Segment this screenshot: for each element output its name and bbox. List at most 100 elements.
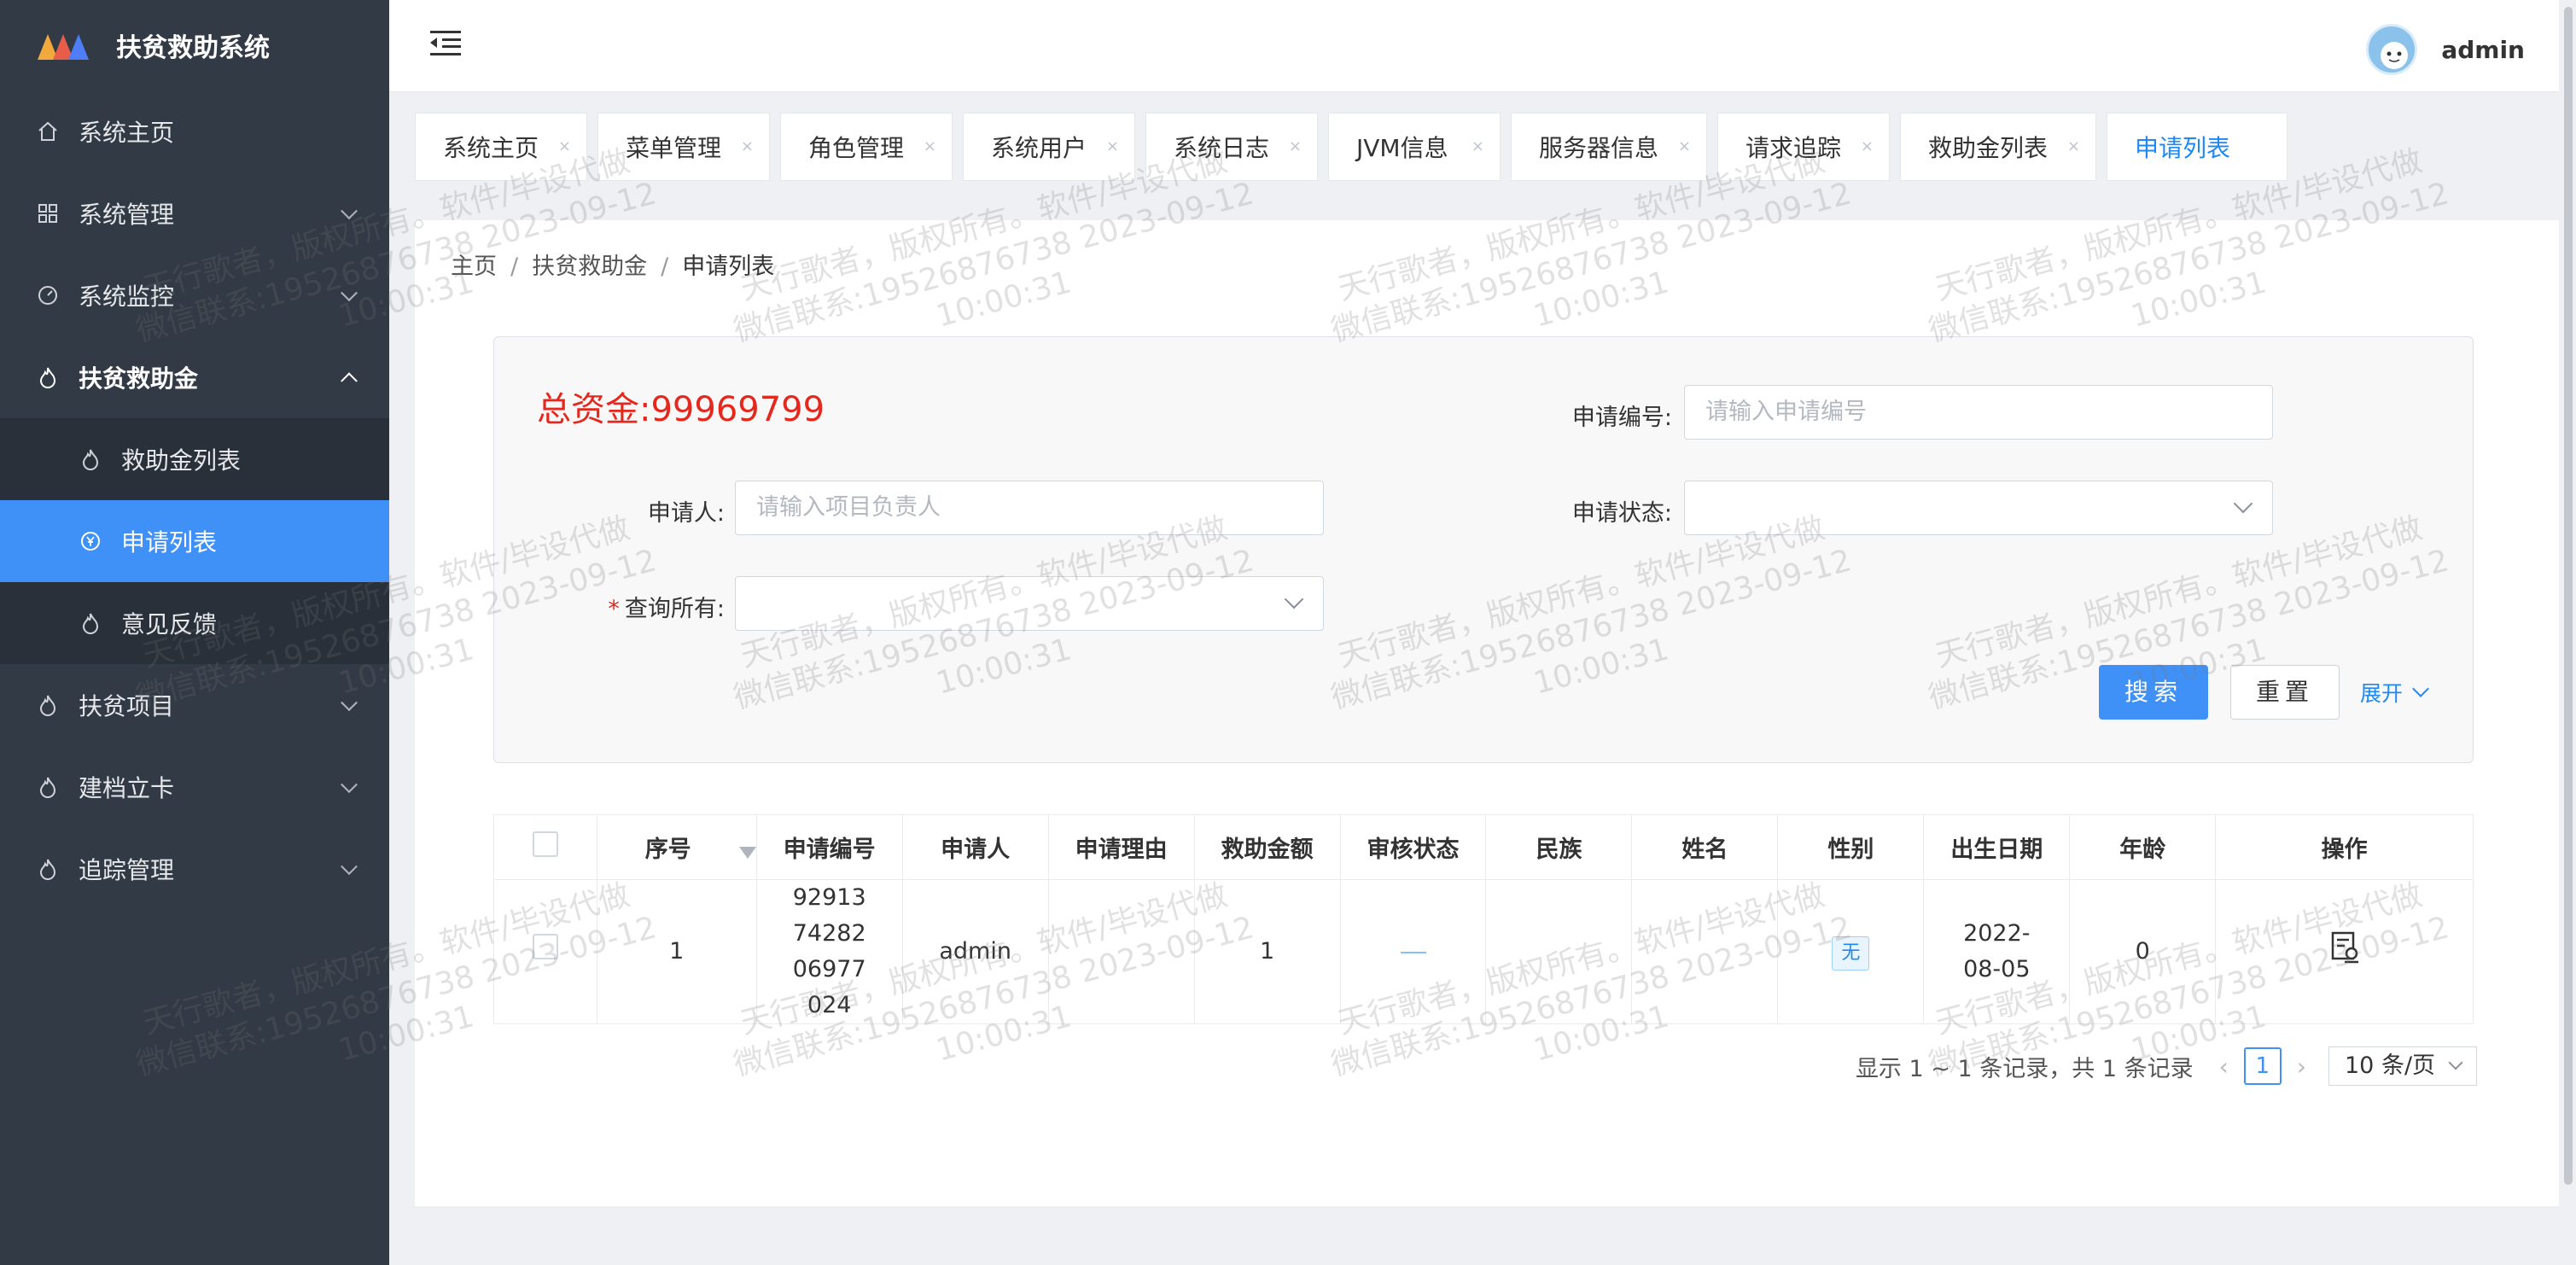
sidebar-item-apply-list[interactable]: 申请列表 [0, 500, 389, 582]
flame-icon [36, 775, 60, 799]
sidebar-item-archive[interactable]: 建档立卡 [0, 746, 389, 828]
apply-status-select[interactable] [1684, 481, 2273, 535]
close-icon[interactable]: × [1472, 137, 1484, 155]
page-number[interactable]: 1 [2243, 1047, 2282, 1085]
cell-status [1339, 879, 1487, 1024]
cell-index: 1 [596, 879, 757, 1024]
tab-server-info[interactable]: 服务器信息 × [1511, 113, 1707, 181]
apply-status-label: 申请状态: [1571, 500, 1672, 527]
tab-jvm-info[interactable]: JVM信息 × [1328, 113, 1501, 181]
sidebar-item-label: 建档立卡 [79, 774, 175, 802]
sidebar: 扶贫救助系统 系统主页 系统管理 系统监控 扶贫救助金 救助金列表 申请列表 意… [0, 0, 389, 1265]
breadcrumb-home[interactable]: 主页 [451, 254, 497, 280]
sidebar-item-label: 系统监控 [79, 283, 175, 311]
prev-page-icon[interactable]: ‹ [2219, 1052, 2229, 1081]
tab-system-user[interactable]: 系统用户 × [963, 113, 1135, 181]
avatar[interactable] [2366, 24, 2418, 75]
col-apply-no: 申请编号 [755, 814, 903, 880]
required-mark: * [608, 596, 620, 622]
table-row[interactable]: 1 929137428206977024 admin 1 无 2022-08-0… [493, 879, 2474, 1024]
birth-value: 2022-08-05 [1963, 920, 2031, 982]
main-content: 主页 / 扶贫救助金 / 申请列表 总资金:99969799 申请编号: 请输入申请编号… [415, 220, 2559, 1206]
apply-table: 序号 申请编号 申请人 申请理由 救助金额 审核状态 民族 姓名 性别 出生日期… [493, 814, 2474, 1024]
cell-age: 0 [2069, 879, 2217, 1024]
audit-icon[interactable] [2328, 930, 2362, 975]
tabs-bar: 系统主页 × 菜单管理 × 角色管理 × 系统用户 × 系统日志 × JVM信息 × 服务器… [389, 92, 2559, 220]
breadcrumb: 主页 / 扶贫救助金 / 申请列表 [451, 248, 774, 281]
top-header: admin [389, 0, 2576, 92]
sidebar-item-aid-list[interactable]: 救助金列表 [0, 418, 389, 500]
chevron-down-icon [2233, 493, 2253, 514]
tab-label: 申请列表 [2135, 134, 2231, 162]
breadcrumb-aid-fund[interactable]: 扶贫救助金 [532, 254, 647, 280]
close-icon[interactable]: × [1289, 137, 1302, 155]
search-panel: 总资金:99969799 申请编号: 请输入申请编号 申请人: 请输入项目负责人… [493, 336, 2474, 763]
menu-fold-icon[interactable] [430, 29, 461, 56]
sidebar-item-tracking[interactable]: 追踪管理 [0, 828, 389, 910]
applicant-input[interactable]: 请输入项目负责人 [735, 481, 1324, 535]
scrollbar-thumb[interactable] [2564, 7, 2573, 1185]
reset-button[interactable]: 重置 [2230, 665, 2340, 720]
dashboard-icon [36, 283, 60, 307]
sidebar-item-aid-fund[interactable]: 扶贫救助金 [0, 336, 389, 418]
tab-home[interactable]: 系统主页 × [415, 113, 587, 181]
grid-icon [36, 201, 60, 225]
page-size-select[interactable]: 10 条/页 [2328, 1046, 2477, 1086]
filter-icon[interactable] [738, 847, 756, 859]
tab-request-trace[interactable]: 请求追踪 × [1717, 113, 1890, 181]
chevron-down-icon [341, 694, 358, 712]
total-funds: 总资金:99969799 [537, 390, 825, 429]
col-actions: 操作 [2215, 814, 2474, 880]
tab-menu-manage[interactable]: 菜单管理 × [597, 113, 770, 181]
sidebar-item-system-monitor[interactable]: 系统监控 [0, 254, 389, 336]
row-checkbox[interactable] [532, 933, 558, 959]
col-label: 序号 [644, 837, 691, 863]
sidebar-item-project[interactable]: 扶贫项目 [0, 664, 389, 746]
close-icon[interactable]: × [741, 137, 754, 155]
close-icon[interactable]: × [924, 137, 936, 155]
apply-no-input[interactable]: 请输入申请编号 [1684, 385, 2273, 440]
chevron-up-icon [341, 372, 358, 390]
sidebar-item-system-manage[interactable]: 系统管理 [0, 172, 389, 254]
cell-actions [2215, 879, 2474, 1024]
close-icon[interactable]: × [1861, 137, 1874, 155]
username[interactable]: admin [2441, 36, 2525, 64]
chevron-down-icon [341, 776, 358, 794]
user-menu[interactable]: admin [2366, 24, 2525, 75]
close-icon[interactable]: × [1106, 137, 1119, 155]
sidebar-item-home[interactable]: 系统主页 [0, 90, 389, 172]
close-icon[interactable]: × [1678, 137, 1691, 155]
col-age: 年龄 [2069, 814, 2217, 880]
page-scrollbar[interactable] [2559, 0, 2576, 1265]
tab-apply-list[interactable]: 申请列表 [2107, 113, 2288, 181]
expand-toggle[interactable]: 展开 [2360, 677, 2429, 708]
sidebar-item-feedback[interactable]: 意见反馈 [0, 582, 389, 664]
breadcrumb-separator: / [510, 254, 519, 280]
app-logo[interactable]: 扶贫救助系统 [0, 0, 389, 90]
breadcrumb-current: 申请列表 [682, 254, 775, 280]
apply-no-label: 申请编号: [1571, 405, 1672, 431]
tab-label: 角色管理 [808, 134, 905, 162]
query-all-select[interactable] [735, 576, 1324, 631]
table-header-row: 序号 申请编号 申请人 申请理由 救助金额 审核状态 民族 姓名 性别 出生日期… [493, 814, 2474, 880]
flame-icon [36, 857, 60, 881]
search-button[interactable]: 搜索 [2099, 665, 2208, 720]
col-status: 审核状态 [1339, 814, 1487, 880]
home-icon [36, 120, 60, 143]
col-birth: 出生日期 [1923, 814, 2071, 880]
pagination: 显示 1 ~ 1 条记录，共 1 条记录 ‹ 1 › 10 条/页 [1856, 1046, 2477, 1086]
close-icon[interactable]: × [558, 137, 571, 155]
next-page-icon[interactable]: › [2297, 1052, 2306, 1081]
col-amount: 救助金额 [1193, 814, 1341, 880]
chevron-down-icon [341, 858, 358, 876]
sidebar-submenu: 救助金列表 申请列表 意见反馈 [0, 418, 389, 664]
close-icon[interactable]: × [2067, 137, 2080, 155]
tab-system-log[interactable]: 系统日志 × [1145, 113, 1318, 181]
tab-label: 系统日志 [1174, 134, 1270, 162]
logo-icon [38, 31, 92, 60]
app-title: 扶贫救助系统 [116, 33, 270, 63]
tab-aid-list[interactable]: 救助金列表 × [1900, 113, 2096, 181]
tab-role-manage[interactable]: 角色管理 × [780, 113, 953, 181]
select-all-checkbox[interactable] [532, 831, 558, 857]
col-index[interactable]: 序号 [596, 814, 757, 880]
